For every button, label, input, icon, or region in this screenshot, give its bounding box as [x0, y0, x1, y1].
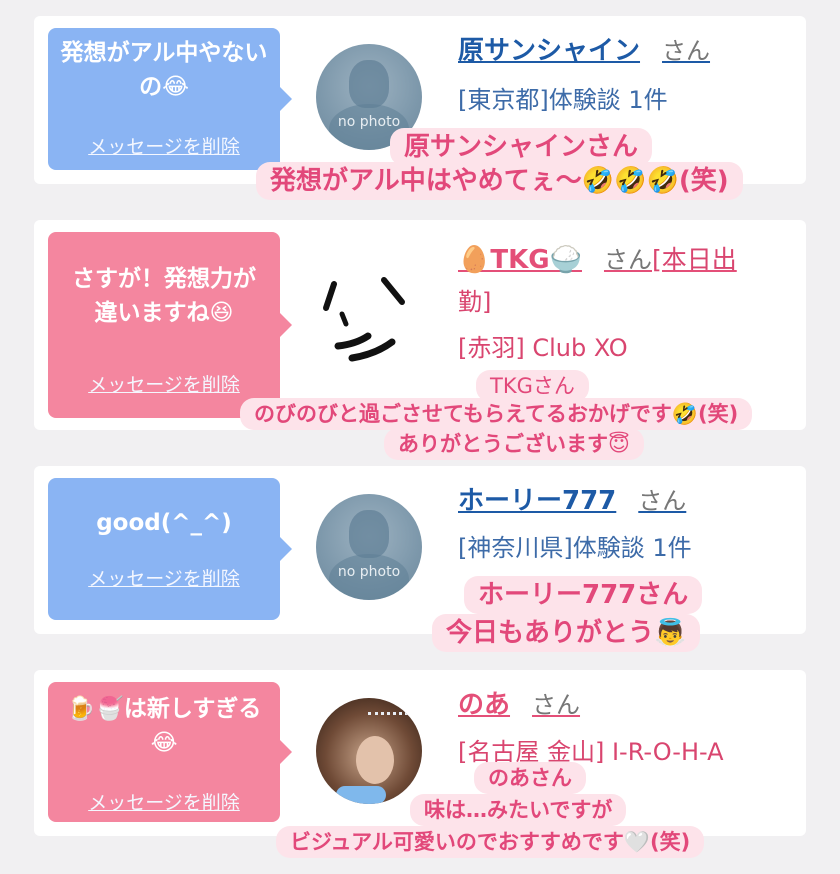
caption-line: ホーリー777さん [464, 576, 703, 614]
user-info: [東京都]体験談 1件 [458, 86, 668, 114]
face-shape [356, 736, 394, 784]
caption-line: 味は…みたいですが [410, 794, 627, 826]
silhouette-icon [349, 510, 389, 558]
user-info: [神奈川県]体験談 1件 [458, 534, 692, 562]
honorific: さん [662, 37, 711, 65]
message-bubble: good(^_^) メッセージを削除 [48, 478, 292, 620]
user-name[interactable]: 原サンシャイン [458, 36, 640, 66]
message-text: 発想がアル中やないの😂 [60, 40, 268, 100]
message-bubble: さすが！発想力が違いますね😆 メッセージを削除 [48, 232, 292, 418]
status-badge-continued: 勤] [458, 288, 492, 316]
cloud-icon [336, 786, 386, 804]
message-bubble: 🍺🍧は新しすぎる😂 メッセージを削除 [48, 682, 292, 822]
delete-message-link[interactable]: メッセージを削除 [48, 788, 280, 815]
message-text: good(^_^) [96, 510, 232, 536]
drawn-face-icon [323, 277, 405, 362]
caption-line: のあさん [474, 762, 586, 794]
caption-line: のびのびと過ごさせてもらえてるおかげです🤣(笑) [240, 398, 753, 430]
message-text: 🍺🍧は新しすぎる😂 [66, 696, 262, 756]
photo-avatar[interactable] [316, 698, 422, 804]
delete-message-link[interactable]: メッセージを削除 [48, 370, 280, 397]
user-name[interactable]: ホーリー777 [458, 486, 616, 516]
caption-line: 今日もありがとう👼 [432, 614, 701, 652]
user-name-link[interactable]: ホーリー777 さん [458, 480, 686, 517]
user-name-link[interactable]: 原サンシャイン さん [458, 30, 710, 67]
message-text: さすが！発想力が違いますね😆 [72, 266, 256, 326]
status-badge: [本日出 [651, 245, 737, 274]
caption-line: ビジュアル可愛いのでおすすめです🤍(笑) [276, 826, 705, 858]
user-name[interactable]: 🥚TKG🍚 [458, 245, 582, 275]
no-photo-label: no photo [337, 564, 401, 580]
message-bubble: 発想がアル中やないの😂 メッセージを削除 [48, 28, 292, 170]
no-photo-avatar[interactable]: no photo [316, 494, 422, 600]
honorific: さん [638, 487, 687, 515]
silhouette-icon [349, 60, 389, 108]
delete-message-link[interactable]: メッセージを削除 [48, 132, 280, 159]
tiara-icon [368, 712, 408, 722]
user-name[interactable]: のあ [458, 690, 510, 720]
user-name-link[interactable]: 🥚TKG🍚 さん[本日出 [458, 238, 810, 282]
drawn-face-avatar[interactable] [316, 262, 422, 368]
caption-line: 原サンシャインさん [390, 128, 653, 166]
caption-line: ありがとうございます😇 [384, 428, 644, 460]
honorific: さん [603, 246, 652, 274]
caption-line: 発想がアル中はやめてぇ〜🤣🤣🤣(笑) [256, 162, 743, 200]
user-info: [赤羽] Club XO [458, 334, 628, 362]
delete-message-link[interactable]: メッセージを削除 [48, 564, 280, 591]
honorific: さん [532, 691, 581, 719]
user-name-link[interactable]: のあ さん [458, 684, 580, 721]
